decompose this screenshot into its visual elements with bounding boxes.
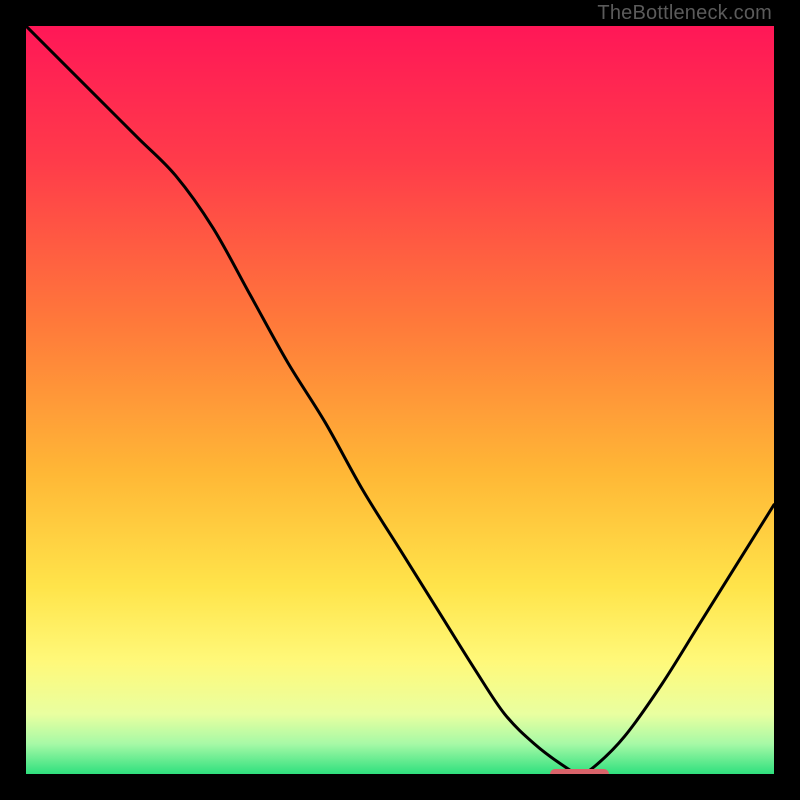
watermark-text: TheBottleneck.com	[597, 2, 772, 25]
chart-background-gradient	[26, 26, 774, 774]
chart-frame	[23, 23, 777, 777]
optimal-range-marker	[550, 769, 610, 777]
